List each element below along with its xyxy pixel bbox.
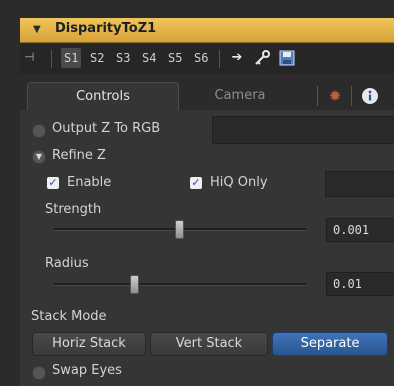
tab-controls[interactable]: Controls (27, 82, 179, 111)
collapse-triangle-icon[interactable]: ▼ (33, 24, 41, 35)
slot-s6-button[interactable]: S6 (191, 48, 211, 68)
swap-eyes-checkbox[interactable] (32, 366, 46, 380)
output-z-to-rgb-field (212, 116, 394, 144)
refine-z-expand-icon[interactable]: ▼ (32, 150, 46, 164)
arrow-right-icon[interactable]: ➔ (226, 48, 248, 68)
refine-z-label: Refine Z (52, 148, 106, 163)
toolbar-separator (219, 50, 220, 68)
radius-slider-track[interactable] (54, 283, 306, 286)
slot-s2-button[interactable]: S2 (87, 48, 107, 68)
tab-separator (351, 86, 352, 106)
hiq-only-label: HiQ Only (210, 175, 268, 190)
horiz-stack-button[interactable]: Horiz Stack (32, 332, 146, 356)
slot-s1-button[interactable]: S1 (61, 48, 82, 68)
tool-header[interactable]: ▼ DisparityToZ1 (20, 18, 394, 43)
gear-icon[interactable]: ✹ (324, 85, 346, 107)
slot-s4-button[interactable]: S4 (139, 48, 159, 68)
output-z-to-rgb-checkbox[interactable] (32, 124, 46, 138)
slot-s3-button[interactable]: S3 (113, 48, 133, 68)
strength-label: Strength (45, 202, 102, 217)
tool-title: DisparityToZ1 (55, 21, 157, 36)
key-icon[interactable] (251, 48, 273, 68)
output-z-to-rgb-label: Output Z To RGB (52, 121, 161, 136)
separate-button[interactable]: Separate (272, 332, 388, 356)
pin-icon[interactable]: ⊣ (24, 50, 34, 64)
vert-stack-button[interactable]: Vert Stack (150, 332, 268, 356)
strength-slider-thumb[interactable] (175, 220, 184, 239)
radius-slider-thumb[interactable] (130, 275, 139, 294)
hiq-only-checkbox[interactable]: ✓ (190, 177, 202, 189)
tab-camera[interactable]: Camera (180, 82, 300, 110)
enable-label: Enable (67, 175, 112, 190)
radius-label: Radius (45, 256, 89, 271)
radius-value-input[interactable]: 0.01 (326, 272, 394, 296)
slot-s5-button[interactable]: S5 (165, 48, 185, 68)
swap-eyes-label: Swap Eyes (52, 363, 122, 378)
info-icon[interactable] (359, 85, 381, 107)
enable-checkbox[interactable]: ✓ (47, 177, 59, 189)
tab-separator (317, 86, 318, 106)
hiq-only-field (325, 171, 394, 197)
toolbar: ⊣ S1 S2 S3 S4 S5 S6 ➔ (20, 44, 394, 74)
save-icon[interactable] (276, 48, 298, 68)
stack-mode-label: Stack Mode (31, 309, 107, 324)
toolbar-separator (51, 50, 52, 68)
strength-value-input[interactable]: 0.001 (326, 218, 394, 242)
